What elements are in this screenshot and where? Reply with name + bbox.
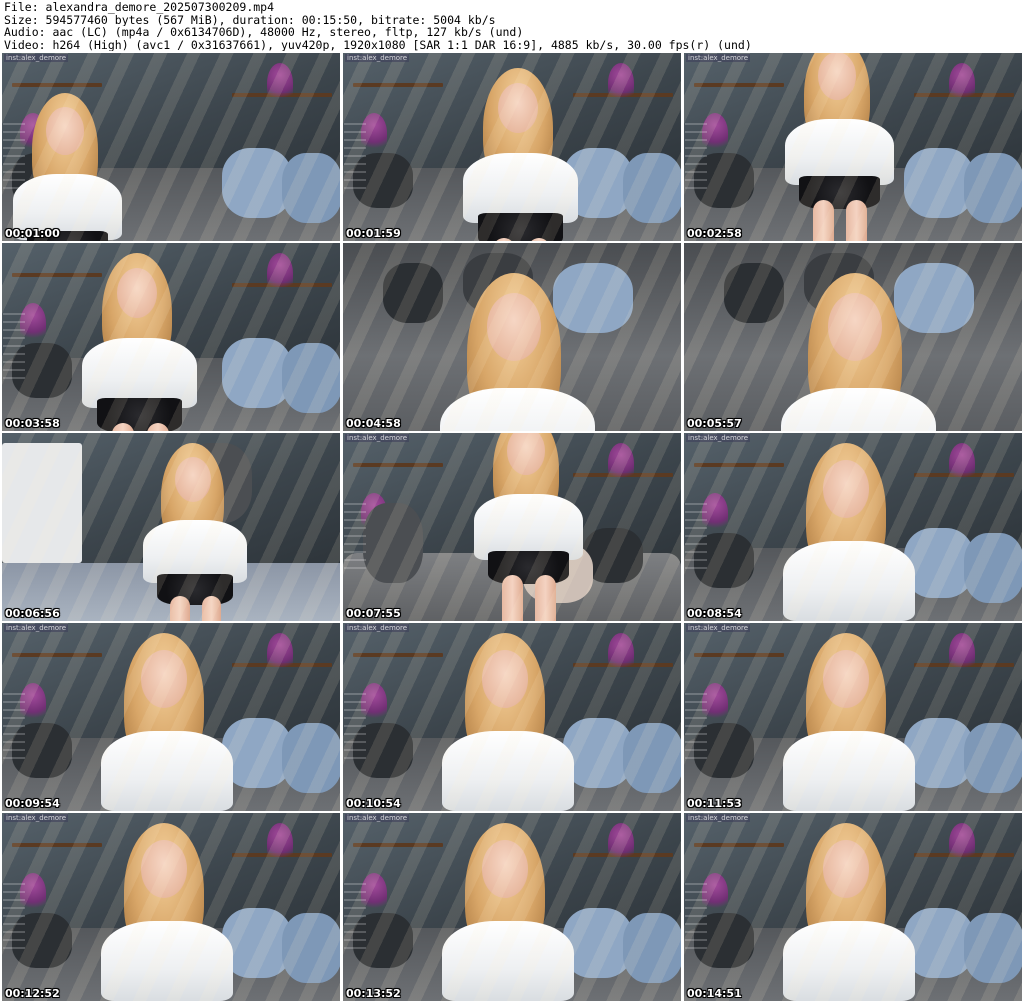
file-size-line: Size: 594577460 bytes (567 MiB), duratio… [4,13,496,26]
video-thumbnail: 00:03:58 [2,243,340,431]
instagram-watermark: inst:alex_demore [345,814,410,822]
video-thumbnail: inst:alex_demore 00:11:53 [684,623,1022,811]
video-thumbnail: inst:alex_demore 00:02:58 [684,53,1022,241]
thumbnail-timestamp: 00:04:58 [346,417,401,430]
instagram-watermark: inst:alex_demore [345,624,410,632]
audio-info-line: Audio: aac (LC) (mp4a / 0x6134706D), 480… [4,26,524,39]
instagram-watermark: inst:alex_demore [4,624,69,632]
sunlight-stripes [684,623,1022,811]
instagram-watermark: inst:alex_demore [686,814,751,822]
thumbnail-timestamp: 00:10:54 [346,797,401,810]
video-thumbnail: inst:alex_demore 00:01:59 [343,53,681,241]
thumbnail-timestamp: 00:13:52 [346,987,401,1000]
video-thumbnail: inst:alex_demore 00:08:54 [684,433,1022,621]
thumbnail-timestamp: 00:08:54 [687,607,742,620]
thumbnail-timestamp: 00:01:59 [346,227,401,240]
sunlight-stripes [2,813,340,1001]
sunlight-stripes [343,623,681,811]
instagram-watermark: inst:alex_demore [4,54,69,62]
video-thumbnail: 00:06:56 [2,433,340,621]
sunlight-stripes [343,433,681,621]
thumbnail-timestamp: 00:09:54 [5,797,60,810]
chat-overlay [3,883,25,953]
instagram-watermark: inst:alex_demore [345,434,410,442]
chat-overlay [685,503,707,573]
sunlight-stripes [2,623,340,811]
thumbnail-timestamp: 00:12:52 [5,987,60,1000]
video-thumbnail: 00:05:57 [684,243,1022,431]
thumbnail-timestamp: 00:11:53 [687,797,742,810]
sunlight-stripes [2,243,340,431]
thumbnail-timestamp: 00:14:51 [687,987,742,1000]
chat-overlay [344,123,366,193]
chat-overlay [344,693,366,763]
chat-overlay [3,313,25,383]
sunlight-stripes [2,433,340,621]
thumbnail-timestamp: 00:01:00 [5,227,60,240]
instagram-watermark: inst:alex_demore [345,54,410,62]
sunlight-stripes [684,813,1022,1001]
chat-overlay [3,693,25,763]
thumbnail-timestamp: 00:07:55 [346,607,401,620]
video-thumbnail: inst:alex_demore 00:01:00 [2,53,340,241]
sunlight-stripes [684,243,1022,431]
chat-overlay [685,883,707,953]
file-info-header: File: alexandra_demore_202507300209.mp4 … [4,1,1020,51]
chat-overlay [685,693,707,763]
sunlight-stripes [343,243,681,431]
sunlight-stripes [2,53,340,241]
video-thumbnail: inst:alex_demore 00:07:55 [343,433,681,621]
video-thumbnail: 00:04:58 [343,243,681,431]
chat-overlay [344,503,366,573]
video-thumbnail: inst:alex_demore 00:14:51 [684,813,1022,1001]
thumbnail-timestamp: 00:05:57 [687,417,742,430]
video-thumbnail: inst:alex_demore 00:13:52 [343,813,681,1001]
sunlight-stripes [684,433,1022,621]
file-name-line: File: alexandra_demore_202507300209.mp4 [4,1,275,14]
instagram-watermark: inst:alex_demore [686,54,751,62]
sunlight-stripes [343,813,681,1001]
chat-overlay [685,123,707,193]
thumbnail-timestamp: 00:03:58 [5,417,60,430]
video-info-line: Video: h264 (High) (avc1 / 0x31637661), … [4,38,752,51]
sunlight-stripes [684,53,1022,241]
video-thumbnail: inst:alex_demore 00:09:54 [2,623,340,811]
instagram-watermark: inst:alex_demore [686,434,751,442]
chat-overlay [344,883,366,953]
sunlight-stripes [343,53,681,241]
thumbnail-grid: inst:alex_demore 00:01:00 inst:alex_demore… [2,53,1022,1001]
instagram-watermark: inst:alex_demore [686,624,751,632]
thumbnail-timestamp: 00:02:58 [687,227,742,240]
chat-overlay [3,123,25,193]
video-thumbnail: inst:alex_demore 00:10:54 [343,623,681,811]
video-thumbnail: inst:alex_demore 00:12:52 [2,813,340,1001]
instagram-watermark: inst:alex_demore [4,814,69,822]
thumbnail-timestamp: 00:06:56 [5,607,60,620]
